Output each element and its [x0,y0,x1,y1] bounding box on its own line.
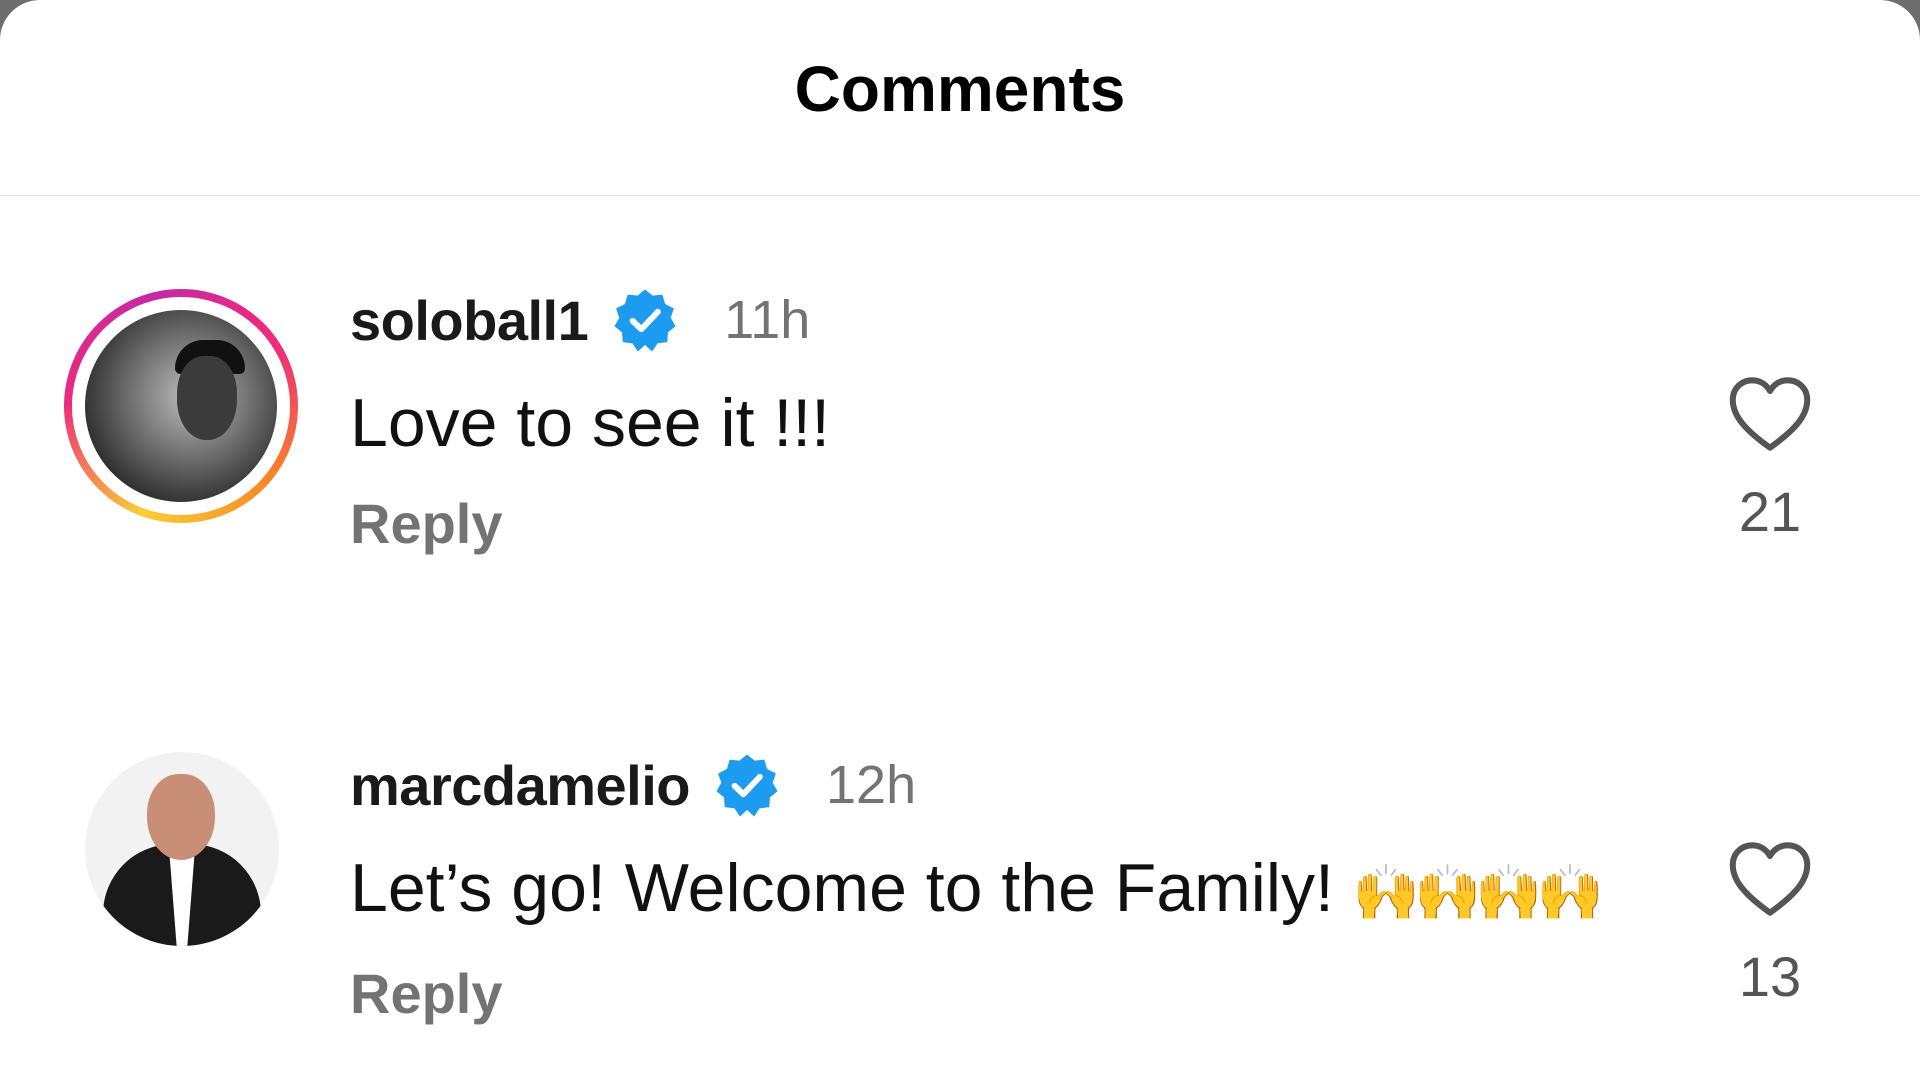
like-count: 13 [1738,945,1802,1008]
comments-header: Comments [0,0,1920,196]
comment-meta: marcdamelio 12h [350,750,1650,820]
reply-button[interactable]: Reply [350,491,1650,556]
like-column: 13 [1720,840,1820,1009]
verified-badge-icon [614,289,676,352]
avatar-face [177,356,237,440]
comment-username[interactable]: marcdamelio [350,753,691,818]
avatar[interactable] [85,752,279,946]
comment-username[interactable]: soloball1 [350,288,589,353]
comment-text-content: Let’s go! Welcome to the Family! [350,850,1353,926]
comment-body: soloball1 11h Love to see it !!! Reply [350,285,1650,556]
comment-meta: soloball1 11h [350,285,1650,355]
like-column: 21 [1720,375,1820,544]
verified-badge-icon [716,754,778,817]
comment-body: marcdamelio 12h Let’s go! Welcome to the… [350,750,1650,1026]
avatar-story-ring[interactable] [64,289,298,523]
heart-icon[interactable] [1727,840,1813,918]
comment-text-content: Love to see it !!! [350,385,831,461]
reply-button[interactable]: Reply [350,961,1650,1026]
like-count: 21 [1738,480,1802,543]
comment-timestamp: 12h [826,755,917,815]
comment-text: Let’s go! Welcome to the Family! 🙌🙌🙌🙌 [350,844,1680,937]
raising-hands-emoji: 🙌🙌🙌🙌 [1352,863,1604,923]
avatar-face [147,774,215,860]
comments-sheet: Comments soloball1 11h Love to see it !!… [0,0,1920,1080]
comment-text: Love to see it !!! [350,379,1680,467]
avatar[interactable] [85,310,277,502]
page-title: Comments [794,52,1126,125]
heart-icon[interactable] [1727,375,1813,453]
comment-timestamp: 11h [724,290,811,350]
avatar-frame [64,752,298,988]
